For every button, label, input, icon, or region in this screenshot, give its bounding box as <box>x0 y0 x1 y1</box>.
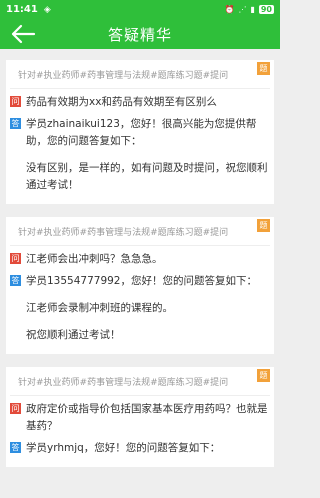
alarm-icon: ⏰ <box>224 5 235 14</box>
shield-icon: ◈ <box>43 4 51 15</box>
question-icon: 问 <box>10 403 21 414</box>
answer-icon: 答 <box>10 118 21 129</box>
page-title: 答疑精华 <box>107 25 172 44</box>
battery-icon: 90 <box>258 5 274 14</box>
answer-icon: 答 <box>10 275 21 286</box>
question-row: 问 江老师会出冲刺吗？急急急。 <box>10 251 270 268</box>
answer-body: 没有区别，是一样的，如有问题及时提问，祝您顺利通过考试！ <box>26 162 268 191</box>
answer-closing: 祝您顺利通过考试！ <box>26 329 121 341</box>
question-row: 问 政府定价或指导价包括国家基本医疗用药吗？也就是基药？ <box>10 401 270 435</box>
qa-card[interactable]: 针对#执业药师#药事管理与法规#题库练习题#提问 题 问 江老师会出冲刺吗？急急… <box>6 217 274 354</box>
question-icon: 问 <box>10 253 21 264</box>
wifi-icon: ⋰ <box>238 5 247 14</box>
answer-icon: 答 <box>10 442 21 453</box>
signal-icon: ▮ <box>250 5 255 14</box>
card-tag: 针对#执业药师#药事管理与法规#题库练习题#提问 <box>10 367 270 396</box>
card-tag: 针对#执业药师#药事管理与法规#题库练习题#提问 <box>10 217 270 246</box>
answer-text: 学员13554777992，您好！您的问题答复如下： <box>26 275 257 287</box>
status-icons: ⏰ ⋰ ▮ 90 <box>224 5 274 14</box>
answer-row: 答 学员zhainaikui123，您好！很高兴能为您提供帮助，您的问题答复如下… <box>10 116 270 150</box>
question-text: 政府定价或指导价包括国家基本医疗用药吗？也就是基药？ <box>26 403 268 432</box>
answer-row: 答 学员yrhmjq，您好！您的问题答复如下： <box>10 440 270 457</box>
question-bank-badge: 题 <box>257 219 270 232</box>
question-row: 问 药品有效期为xx和药品有效期至有区别么 <box>10 94 270 111</box>
question-text: 江老师会出冲刺吗？急急急。 <box>26 253 163 265</box>
nav-bar: 答疑精华 <box>0 19 280 49</box>
qa-card[interactable]: 针对#执业药师#药事管理与法规#题库练习题#提问 题 问 政府定价或指导价包括国… <box>6 367 274 467</box>
question-bank-badge: 题 <box>257 62 270 75</box>
answer-body: 江老师会录制冲刺班的课程的。 <box>26 302 173 314</box>
question-text: 药品有效期为xx和药品有效期至有区别么 <box>26 96 217 108</box>
qa-card[interactable]: 针对#执业药师#药事管理与法规#题库练习题#提问 题 问 药品有效期为xx和药品… <box>6 60 274 204</box>
question-bank-badge: 题 <box>257 369 270 382</box>
card-tag: 针对#执业药师#药事管理与法规#题库练习题#提问 <box>10 60 270 89</box>
answer-text: 学员zhainaikui123，您好！很高兴能为您提供帮助，您的问题答复如下： <box>26 118 257 147</box>
back-arrow-icon[interactable] <box>10 23 36 45</box>
status-time: 11:41 <box>6 4 38 15</box>
qa-list: 针对#执业药师#药事管理与法规#题库练习题#提问 题 问 药品有效期为xx和药品… <box>0 49 280 467</box>
answer-row: 答 学员13554777992，您好！您的问题答复如下： <box>10 273 270 290</box>
question-icon: 问 <box>10 96 21 107</box>
status-bar: 11:41 ◈ ⏰ ⋰ ▮ 90 <box>0 0 280 19</box>
answer-text: 学员yrhmjq，您好！您的问题答复如下： <box>26 442 221 454</box>
